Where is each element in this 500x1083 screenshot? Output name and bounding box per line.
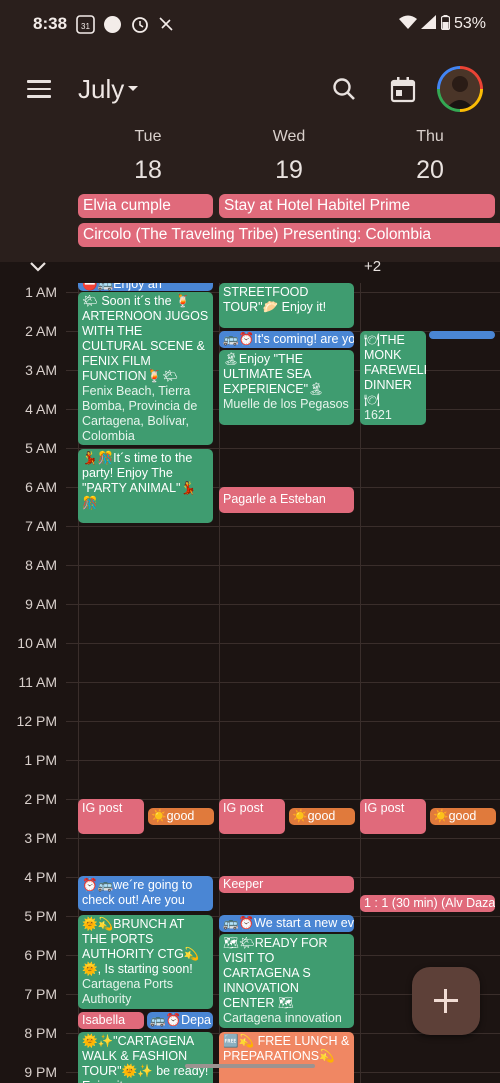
event-chip[interactable]: 🚌⏰Depa (147, 1012, 213, 1029)
event-card[interactable]: ⏰🚌we´re going to check out! Are you (78, 876, 213, 911)
event-card[interactable]: 🌞💫BRUNCH AT THE PORTS AUTHORITY CTG💫🌞, I… (78, 915, 213, 1009)
hour-label: 12 PM (16, 713, 57, 729)
hour-gridline (66, 838, 500, 839)
hour-gridline (66, 604, 500, 605)
hour-label: 8 PM (24, 1025, 57, 1041)
no-sync-icon (159, 17, 173, 31)
event-chip-collapsed[interactable] (429, 331, 495, 339)
day-header-tue[interactable]: Tue 18 (78, 128, 218, 185)
hour-label: 6 AM (25, 479, 57, 495)
hour-label: 5 PM (24, 908, 57, 924)
event-card[interactable]: 🆓💫 FREE LUNCH & PREPARATIONS💫 (219, 1032, 354, 1083)
event-chip[interactable]: 🚌⏰It's coming! are yo (219, 331, 354, 348)
event-chip[interactable]: ☀️good mo (430, 808, 496, 825)
hour-gridline (66, 565, 500, 566)
signal-icon (421, 15, 437, 29)
event-chip[interactable]: 1 : 1 (30 min) (Alv Daza (360, 895, 495, 912)
hour-gridline (66, 682, 500, 683)
alarm-icon (132, 17, 148, 33)
all-day-event[interactable]: Elvia cumple (78, 194, 213, 218)
hour-label: 9 PM (24, 1064, 57, 1080)
event-card[interactable]: 🌞✨"CARTAGENA WALK & FASHION TOUR"🌞✨ be r… (78, 1032, 213, 1083)
event-location: Cartagena innovation center (223, 1011, 342, 1028)
menu-icon[interactable] (27, 80, 51, 98)
event-title: 🗺🌤READY FOR VISIT TO CARTAGENA S INNOVAT… (223, 936, 328, 1010)
day-header-thu[interactable]: Thu 20 (360, 128, 500, 185)
event-chip[interactable]: Keeper (219, 876, 354, 893)
event-card[interactable]: IG post (78, 799, 144, 834)
event-card[interactable]: 🏝Enjoy "THE ULTIMATE SEA EXPERIENCE"🏝 Mu… (219, 350, 354, 425)
hour-label: 6 PM (24, 947, 57, 963)
collapse-chevron-icon[interactable] (29, 261, 47, 273)
event-title: 🏝Enjoy "THE ULTIMATE SEA EXPERIENCE"🏝 (223, 352, 324, 396)
today-calendar-icon[interactable] (388, 75, 418, 105)
hour-label: 1 PM (24, 752, 57, 768)
status-indicators: 53% (398, 15, 486, 33)
hour-label: 11 AM (18, 674, 57, 690)
hour-label: 10 AM (17, 635, 57, 651)
hour-label: 1 AM (25, 284, 57, 300)
hour-label: 2 PM (24, 791, 57, 807)
battery-percent: 53% (453, 15, 486, 32)
search-icon[interactable] (330, 75, 360, 105)
event-card[interactable]: 🗺🌤READY FOR VISIT TO CARTAGENA S INNOVAT… (219, 934, 354, 1028)
event-location: Fenix Beach, Tierra Bomba, Provincia de … (82, 384, 198, 443)
avatar[interactable] (437, 66, 483, 112)
day-header-wed[interactable]: Wed 19 (219, 128, 359, 185)
event-title: 🍽THE MONK FAREWELL DINNER🍽 (364, 333, 426, 407)
event-title: 🌞💫BRUNCH AT THE PORTS AUTHORITY CTG💫🌞, I… (82, 917, 200, 976)
event-card[interactable]: IG post (360, 799, 426, 834)
event-chip[interactable]: ⛔🚌Enjoy an afternoo (78, 283, 213, 291)
event-chip[interactable]: 🚌⏰We start a new ev (219, 915, 354, 932)
event-card[interactable]: STREETFOOD TOUR"🥟 Enjoy it! (219, 283, 354, 328)
calendar-31-icon: 31 (76, 15, 95, 34)
more-events-count[interactable]: +2 (364, 258, 381, 275)
month-selector[interactable]: July (78, 74, 124, 105)
hour-label: 3 AM (25, 362, 57, 378)
month-dropdown-icon[interactable] (128, 86, 138, 91)
svg-text:31: 31 (81, 22, 90, 31)
event-card[interactable]: IG post (219, 799, 285, 834)
wifi-icon (398, 15, 417, 29)
event-card[interactable]: 🌤 Soon it´s the 🍹 ARTERNOON JUGOS WITH T… (78, 292, 213, 445)
event-chip[interactable]: Isabella (78, 1012, 144, 1029)
hour-gridline (66, 721, 500, 722)
event-card[interactable]: Pagarle a Esteban (219, 487, 354, 513)
all-day-event[interactable]: Stay at Hotel Habitel Prime (219, 194, 495, 218)
hour-label: 4 AM (25, 401, 57, 417)
battery-icon (440, 15, 450, 31)
hour-gridline (66, 760, 500, 761)
home-indicator (185, 1064, 315, 1068)
hour-label: 7 AM (25, 518, 57, 534)
status-bar: 8:38 53% 31 (0, 0, 500, 50)
status-time: 8:38 (33, 14, 68, 33)
event-card[interactable]: 🍽THE MONK FAREWELL DINNER🍽 1621 room & w… (360, 331, 426, 425)
create-event-button[interactable] (412, 967, 480, 1035)
hour-label: 5 AM (25, 440, 57, 456)
hour-label: 7 PM (24, 986, 57, 1002)
hour-label: 2 AM (25, 323, 57, 339)
event-location: Cartagena Ports Authority (82, 977, 174, 1006)
event-location: 1621 room & wine (364, 408, 404, 425)
hour-label: 4 PM (24, 869, 57, 885)
event-chip[interactable]: ☀️good mo (148, 808, 214, 825)
event-card[interactable]: 💃🎊It´s time to the party! Enjoy The "PAR… (78, 449, 213, 523)
circle-icon (104, 16, 121, 33)
event-chip[interactable]: ☀️good mo (289, 808, 355, 825)
event-title: 🌤 Soon it´s the 🍹 ARTERNOON JUGOS WITH T… (82, 294, 209, 383)
hour-label: 8 AM (25, 557, 57, 573)
event-location: Muelle de los Pegasos (223, 397, 349, 411)
hour-gridline (66, 643, 500, 644)
hour-label: 3 PM (24, 830, 57, 846)
hour-label: 9 AM (25, 596, 57, 612)
all-day-event[interactable]: Circolo (The Traveling Tribe) Presenting… (78, 223, 500, 247)
time-grid: 1 AM 2 AM 3 AM 4 AM 5 AM 6 AM 7 AM 8 AM 9 AM 10 A… (0, 283, 500, 1083)
hour-gridline (66, 526, 500, 527)
